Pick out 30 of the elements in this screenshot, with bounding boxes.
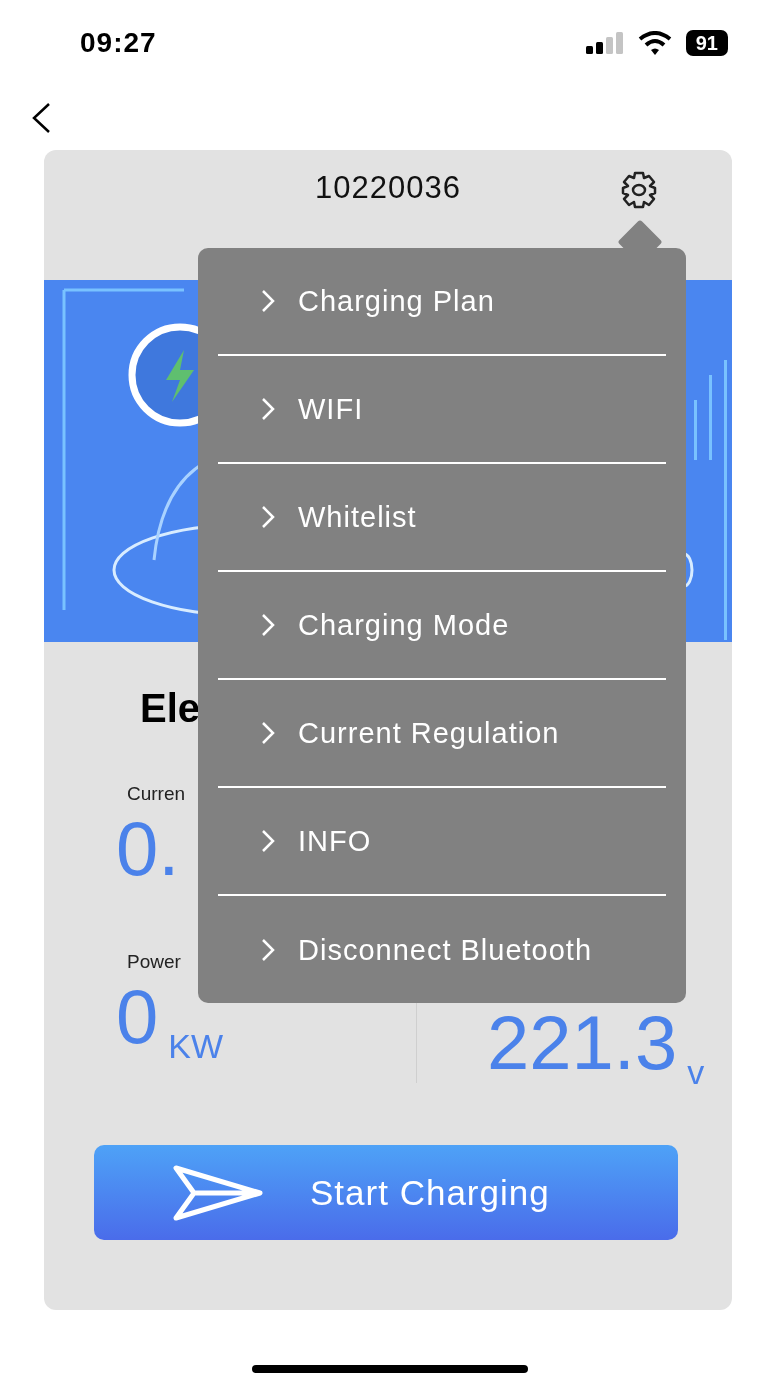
chevron-icon [260, 938, 276, 962]
chevron-icon [260, 829, 276, 853]
stat-label: Curren [127, 783, 187, 806]
stat-unit: KW [168, 1029, 224, 1063]
send-icon [172, 1163, 264, 1222]
start-charging-button[interactable]: Start Charging [94, 1145, 678, 1240]
menu-item[interactable]: WIFI [218, 356, 666, 464]
chevron-icon [260, 613, 276, 637]
device-title: 10220036 [315, 170, 461, 206]
chevron-icon [260, 505, 276, 529]
menu-item[interactable]: Current Regulation [218, 680, 666, 788]
menu-item[interactable]: Disconnect Bluetooth [218, 896, 666, 1004]
menu-item[interactable]: INFO [218, 788, 666, 896]
stat-value: 0 [116, 977, 159, 1057]
battery-level: 91 [685, 30, 728, 56]
menu-item[interactable]: Charging Plan [218, 248, 666, 356]
status-time: 09:27 [80, 27, 157, 59]
chevron-icon [260, 289, 276, 313]
menu-item[interactable]: Whitelist [218, 464, 666, 572]
chevron-icon [260, 397, 276, 421]
stat-value: 221.3 [487, 1003, 678, 1083]
stat-unit: v [687, 1055, 705, 1089]
chevron-icon [260, 721, 276, 745]
menu-item[interactable]: Charging Mode [218, 572, 666, 680]
wifi-icon [637, 31, 672, 55]
stat-value: 0. [116, 809, 180, 889]
stat-label: Power [127, 951, 182, 974]
back-icon[interactable] [30, 102, 52, 134]
signal-icon [585, 32, 624, 54]
section-heading: Ele [140, 686, 202, 731]
